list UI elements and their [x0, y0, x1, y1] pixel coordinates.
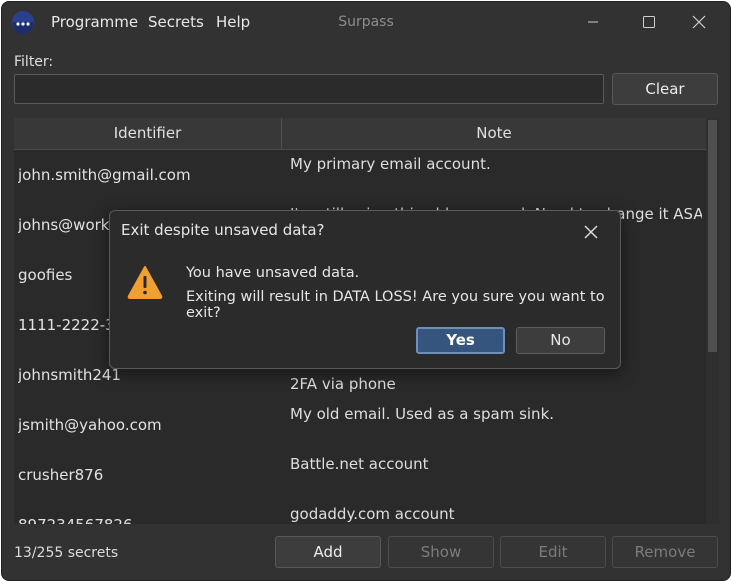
no-button[interactable]: No — [516, 327, 605, 354]
dialog-close-button[interactable] — [580, 221, 602, 243]
dialog-title: Exit despite unsaved data? — [121, 221, 325, 239]
dialog-message-line1: You have unsaved data. — [186, 265, 360, 281]
modal-overlay: Exit despite unsaved data? You have unsa… — [0, 0, 731, 581]
close-icon — [584, 225, 598, 239]
dialog-message-line2: Exiting will result in DATA LOSS! Are yo… — [186, 289, 605, 321]
yes-button[interactable]: Yes — [416, 327, 505, 354]
warning-icon — [127, 265, 163, 299]
unsaved-data-dialog: Exit despite unsaved data? You have unsa… — [109, 210, 621, 369]
